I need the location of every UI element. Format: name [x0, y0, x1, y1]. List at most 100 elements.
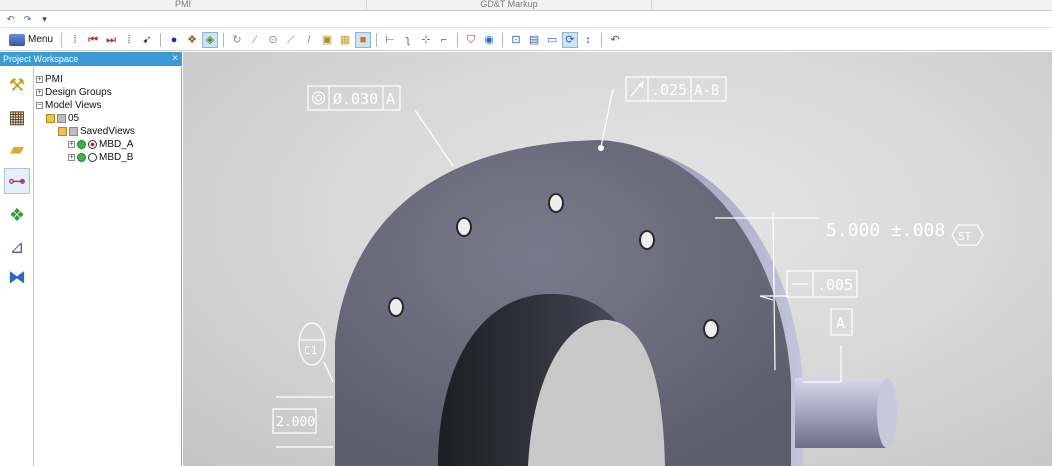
datum-feature-a-label: A	[836, 314, 845, 332]
line-icon[interactable]: ⁄	[247, 32, 263, 48]
film-icon[interactable]: ▦	[4, 104, 30, 130]
statistical-tag-label: ST	[958, 230, 972, 243]
bolt-hole	[703, 319, 719, 339]
tree-node-pmi[interactable]: + PMI	[36, 73, 63, 85]
fcf-flatness-value: .005	[817, 276, 853, 294]
bolt-hole	[548, 193, 564, 213]
tree-node-mbd-a[interactable]: + MBD_A	[68, 138, 133, 150]
toolbar-separator	[376, 32, 378, 47]
window-icon[interactable]: ▭	[544, 32, 560, 48]
close-icon[interactable]: ×	[172, 52, 178, 66]
sync-icon[interactable]: ⟳	[562, 31, 579, 48]
expand-icon[interactable]: +	[36, 88, 43, 96]
model-canvas[interactable]: Ø.030 A .025 A-B 5.000 ±.008 ST .005 A C…	[183, 52, 1052, 466]
highlight-icon[interactable]: ■	[355, 31, 372, 48]
vertical-arrow-icon[interactable]: ↕	[580, 32, 596, 48]
toolbar-separator	[223, 32, 225, 47]
callout-c1-label: C1	[304, 344, 317, 357]
grid-icon[interactable]: ▤	[526, 32, 542, 48]
ribbon-tab-empty	[652, 0, 1052, 11]
axis-icon[interactable]: ⊹	[418, 32, 434, 48]
inactive-view-radio-icon[interactable]	[88, 152, 97, 162]
bolt-hole	[388, 297, 404, 317]
box-icon[interactable]: ▣	[319, 32, 335, 48]
pmi-tree-icon[interactable]: ⊶	[4, 168, 30, 194]
view-icon	[69, 126, 78, 136]
quick-access-toolbar: ↶ ↷ ▾	[0, 12, 1052, 28]
hide-icon[interactable]: ➹	[139, 32, 155, 48]
tree-label: MBD_A	[99, 138, 134, 150]
measure-icon[interactable]: ⊿	[4, 234, 30, 260]
folder-icon[interactable]: ▰	[4, 136, 30, 162]
3d-viewport[interactable]: Ø.030 A .025 A-B 5.000 ±.008 ST .005 A C…	[183, 52, 1052, 466]
bolt-hole	[456, 217, 472, 237]
ribbon-tab-pmi-label: PMI	[174, 0, 191, 9]
tree-node-model-views[interactable]: − Model Views	[36, 99, 102, 111]
dimension-value: 5.000 ±.008	[826, 220, 945, 241]
columns-icon[interactable]: ⁞	[67, 32, 83, 48]
last-step-icon[interactable]: ⏭	[103, 32, 119, 48]
parts-icon[interactable]: ❖	[4, 202, 30, 228]
folder-icon	[46, 113, 55, 123]
bowtie-icon[interactable]: ⧓	[4, 264, 30, 290]
rotate-icon[interactable]: ↻	[229, 32, 245, 48]
structure-icon[interactable]: ⚒	[4, 72, 30, 98]
ribbon-tab-strip: PMI GD&T Markup	[0, 0, 1052, 11]
toolbar-separator	[160, 32, 162, 47]
undo-icon[interactable]: ↶	[5, 14, 16, 25]
expand-icon[interactable]: +	[36, 75, 43, 83]
sphere-icon[interactable]: ●	[166, 32, 182, 48]
fcf-runout-datum: A-B	[694, 83, 719, 99]
project-workspace-title: Project Workspace	[3, 54, 79, 64]
tree-node-mbd-b[interactable]: + MBD_B	[68, 151, 133, 163]
align-icon[interactable]: ⊢	[382, 32, 398, 48]
collapse-icon[interactable]: −	[36, 101, 43, 109]
tree-label: SavedViews	[80, 125, 135, 137]
left-icon-rail: ⚒ ▦ ▰ ⊶ ❖ ⊿ ⧓	[0, 52, 34, 466]
workspace-tree: + PMI + Design Groups − Model Views 05 S…	[35, 67, 182, 466]
assembly-icon[interactable]: ❖	[184, 32, 200, 48]
tree-label: PMI	[45, 73, 63, 85]
cube-icon[interactable]: ▦	[337, 32, 353, 48]
diagonal-icon[interactable]: ⟋	[283, 32, 299, 48]
menu-button-label: Menu	[28, 34, 54, 45]
leader-dot	[598, 145, 604, 151]
bolt-hole	[639, 230, 655, 250]
corner-icon[interactable]: ⌐	[436, 32, 452, 48]
reset-icon[interactable]: ↶	[607, 32, 623, 48]
project-workspace-header: Project Workspace ×	[0, 52, 182, 66]
expand-icon[interactable]: +	[68, 140, 75, 148]
model-view-icon	[77, 139, 86, 149]
shaft	[795, 378, 887, 448]
toolbar-separator	[457, 32, 459, 47]
fcf-runout-value: .025	[651, 81, 687, 99]
folder-icon	[58, 126, 67, 136]
circle-icon[interactable]: ⊙	[265, 32, 281, 48]
active-view-radio-icon[interactable]	[88, 139, 97, 149]
slash-icon[interactable]: /	[301, 32, 317, 48]
filter-icon[interactable]: ⛉	[463, 32, 479, 48]
fcf-position-value: Ø.030	[333, 90, 378, 108]
model-icon[interactable]: ◈	[202, 31, 219, 48]
tree-label: MBD_B	[99, 151, 134, 163]
expand-icon[interactable]: +	[68, 153, 75, 161]
tree-node-design-groups[interactable]: + Design Groups	[36, 86, 112, 98]
globe-icon[interactable]: ◉	[481, 32, 497, 48]
customize-dropdown-icon[interactable]: ▾	[39, 14, 50, 25]
first-step-icon[interactable]: ⏮	[85, 32, 101, 48]
ribbon-tab-gdt-markup[interactable]: GD&T Markup	[367, 0, 652, 11]
model-view-icon	[77, 152, 86, 162]
tree-node-saved-views[interactable]: SavedViews	[58, 125, 135, 137]
tree-label: 05	[68, 112, 80, 124]
menu-icon	[9, 33, 25, 46]
ribbon-tab-pmi[interactable]: PMI	[0, 0, 367, 11]
zoom-fit-icon[interactable]: ⊡	[508, 32, 524, 48]
view-icon	[57, 113, 66, 123]
redo-icon[interactable]: ↷	[22, 14, 33, 25]
menu-button[interactable]: Menu	[5, 31, 57, 49]
main-toolbar: Menu ⁞ ⏮ ⏭ ⁞ ➹ ● ❖ ◈ ↻ ⁄ ⊙ ⟋ / ▣ ▦ ■ ⊢ ʅ…	[0, 29, 1052, 51]
curve-icon[interactable]: ʅ	[400, 32, 416, 48]
toolbar-separator	[601, 32, 603, 47]
tree-node-05[interactable]: 05	[46, 112, 79, 124]
step-list-icon[interactable]: ⁞	[121, 32, 137, 48]
